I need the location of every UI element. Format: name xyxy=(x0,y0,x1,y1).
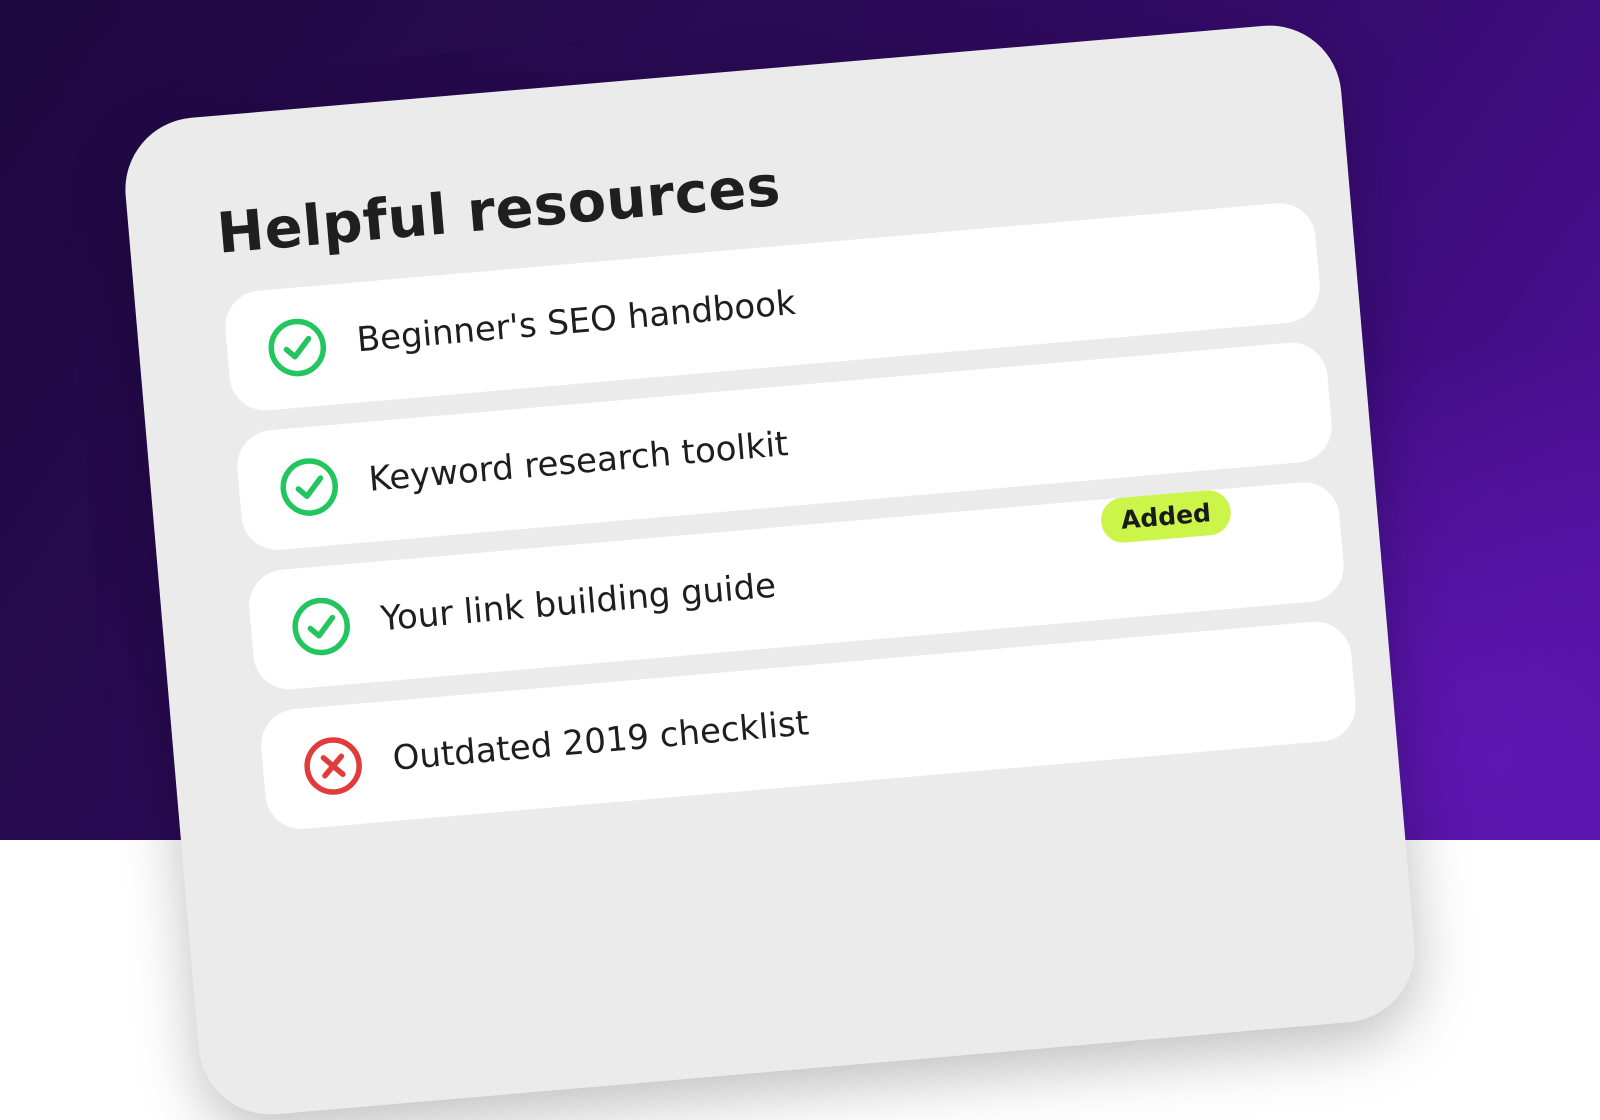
card-title: Helpful resources xyxy=(214,153,783,267)
resources-card: Helpful resources Beginner's SEO handboo… xyxy=(119,19,1421,1120)
resource-item-label: Beginner's SEO handbook xyxy=(355,282,798,361)
check-icon xyxy=(277,455,342,520)
resource-item-label: Keyword research toolkit xyxy=(367,424,790,500)
check-icon xyxy=(289,594,354,659)
resource-list: Beginner's SEO handbook Keyword research… xyxy=(222,200,1360,851)
resource-item-label: Your link building guide xyxy=(379,565,778,640)
check-icon xyxy=(265,315,330,380)
resource-item-label: Outdated 2019 checklist xyxy=(391,703,811,779)
added-badge: Added xyxy=(1099,488,1233,545)
cross-icon xyxy=(301,734,366,799)
